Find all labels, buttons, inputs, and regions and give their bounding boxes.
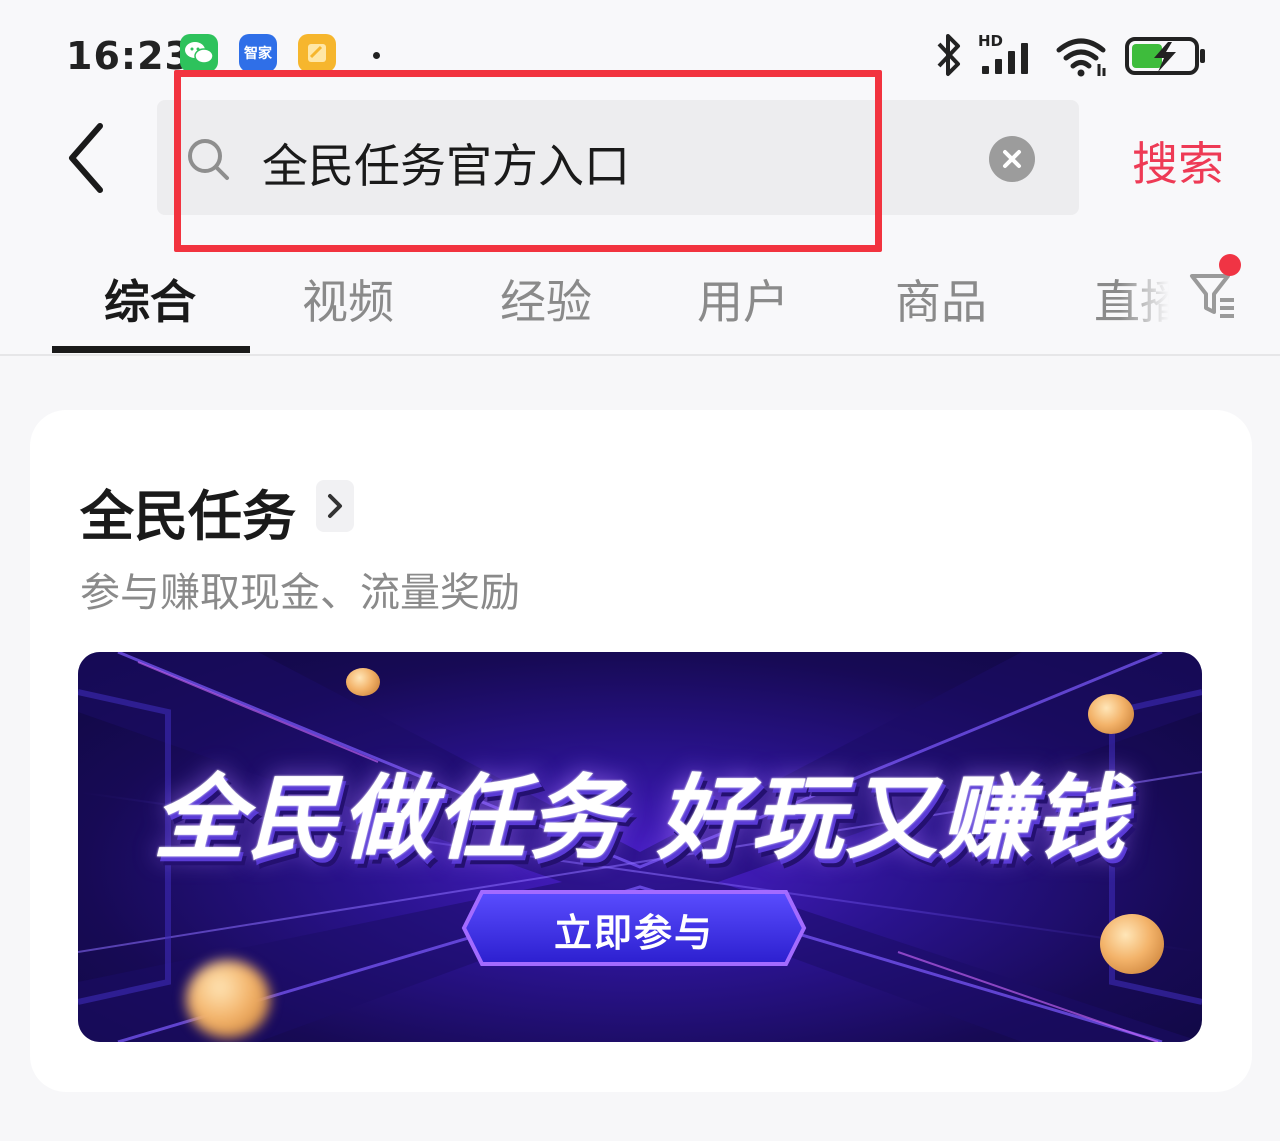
tab-users[interactable]: 用户 [697, 266, 789, 332]
coin-decoration [186, 960, 270, 1038]
coin-decoration [1088, 694, 1134, 734]
coin-decoration [1100, 914, 1164, 974]
zhijia-app-icon: 智家 [239, 34, 277, 72]
search-query-text[interactable]: 全民任务官方入口 [262, 130, 630, 196]
join-now-button[interactable]: 立即参与 [460, 888, 808, 968]
tab-fade [1120, 262, 1190, 342]
chevron-left-icon [69, 123, 103, 193]
back-button[interactable] [60, 120, 116, 196]
notification-dot [373, 52, 380, 59]
wifi-icon [1056, 38, 1106, 77]
coin-decoration [346, 668, 380, 696]
filter-badge-dot [1219, 254, 1241, 276]
join-now-label: 立即参与 [553, 911, 714, 955]
banner-headline: 全民做任务 好玩又赚钱 [152, 765, 1128, 872]
filter-button[interactable] [1188, 262, 1248, 332]
status-bar: 16:23 智家 HD [0, 20, 1280, 90]
tab-experience[interactable]: 经验 [500, 266, 592, 332]
chevron-right-icon [328, 494, 342, 518]
clear-search-button[interactable] [989, 136, 1035, 182]
promo-banner[interactable]: 全民做任务 好玩又赚钱 立即参与 [78, 652, 1202, 1042]
close-icon [1003, 150, 1021, 168]
card-title[interactable]: 全民任务 [80, 472, 296, 551]
search-input[interactable]: 全民任务官方入口 [157, 100, 1079, 215]
battery-charging-icon [1125, 37, 1205, 75]
zhijia-app-label: 智家 [244, 46, 272, 62]
bluetooth-icon [937, 34, 960, 76]
card-subtitle: 参与赚取现金、流量奖励 [80, 570, 520, 616]
tab-video[interactable]: 视频 [302, 266, 394, 332]
status-time: 16:23 [66, 34, 192, 78]
card-more-button[interactable] [316, 480, 354, 532]
search-icon [188, 139, 229, 180]
signal-icon [982, 43, 1028, 74]
wechat-app-icon [180, 34, 218, 72]
tabs-divider [0, 354, 1280, 356]
active-tab-indicator [52, 346, 250, 353]
filter-icon [1190, 274, 1234, 318]
tab-comprehensive[interactable]: 综合 [104, 266, 196, 332]
notes-app-icon [298, 34, 336, 72]
result-card: 全民任务 参与赚取现金、流量奖励 全民做任务 好玩又赚钱 立即参与 [30, 410, 1252, 1092]
result-tabs: 综合 视频 经验 用户 商品 直播 [0, 262, 1280, 354]
search-button[interactable]: 搜索 [1132, 128, 1224, 194]
tab-products[interactable]: 商品 [895, 266, 987, 332]
